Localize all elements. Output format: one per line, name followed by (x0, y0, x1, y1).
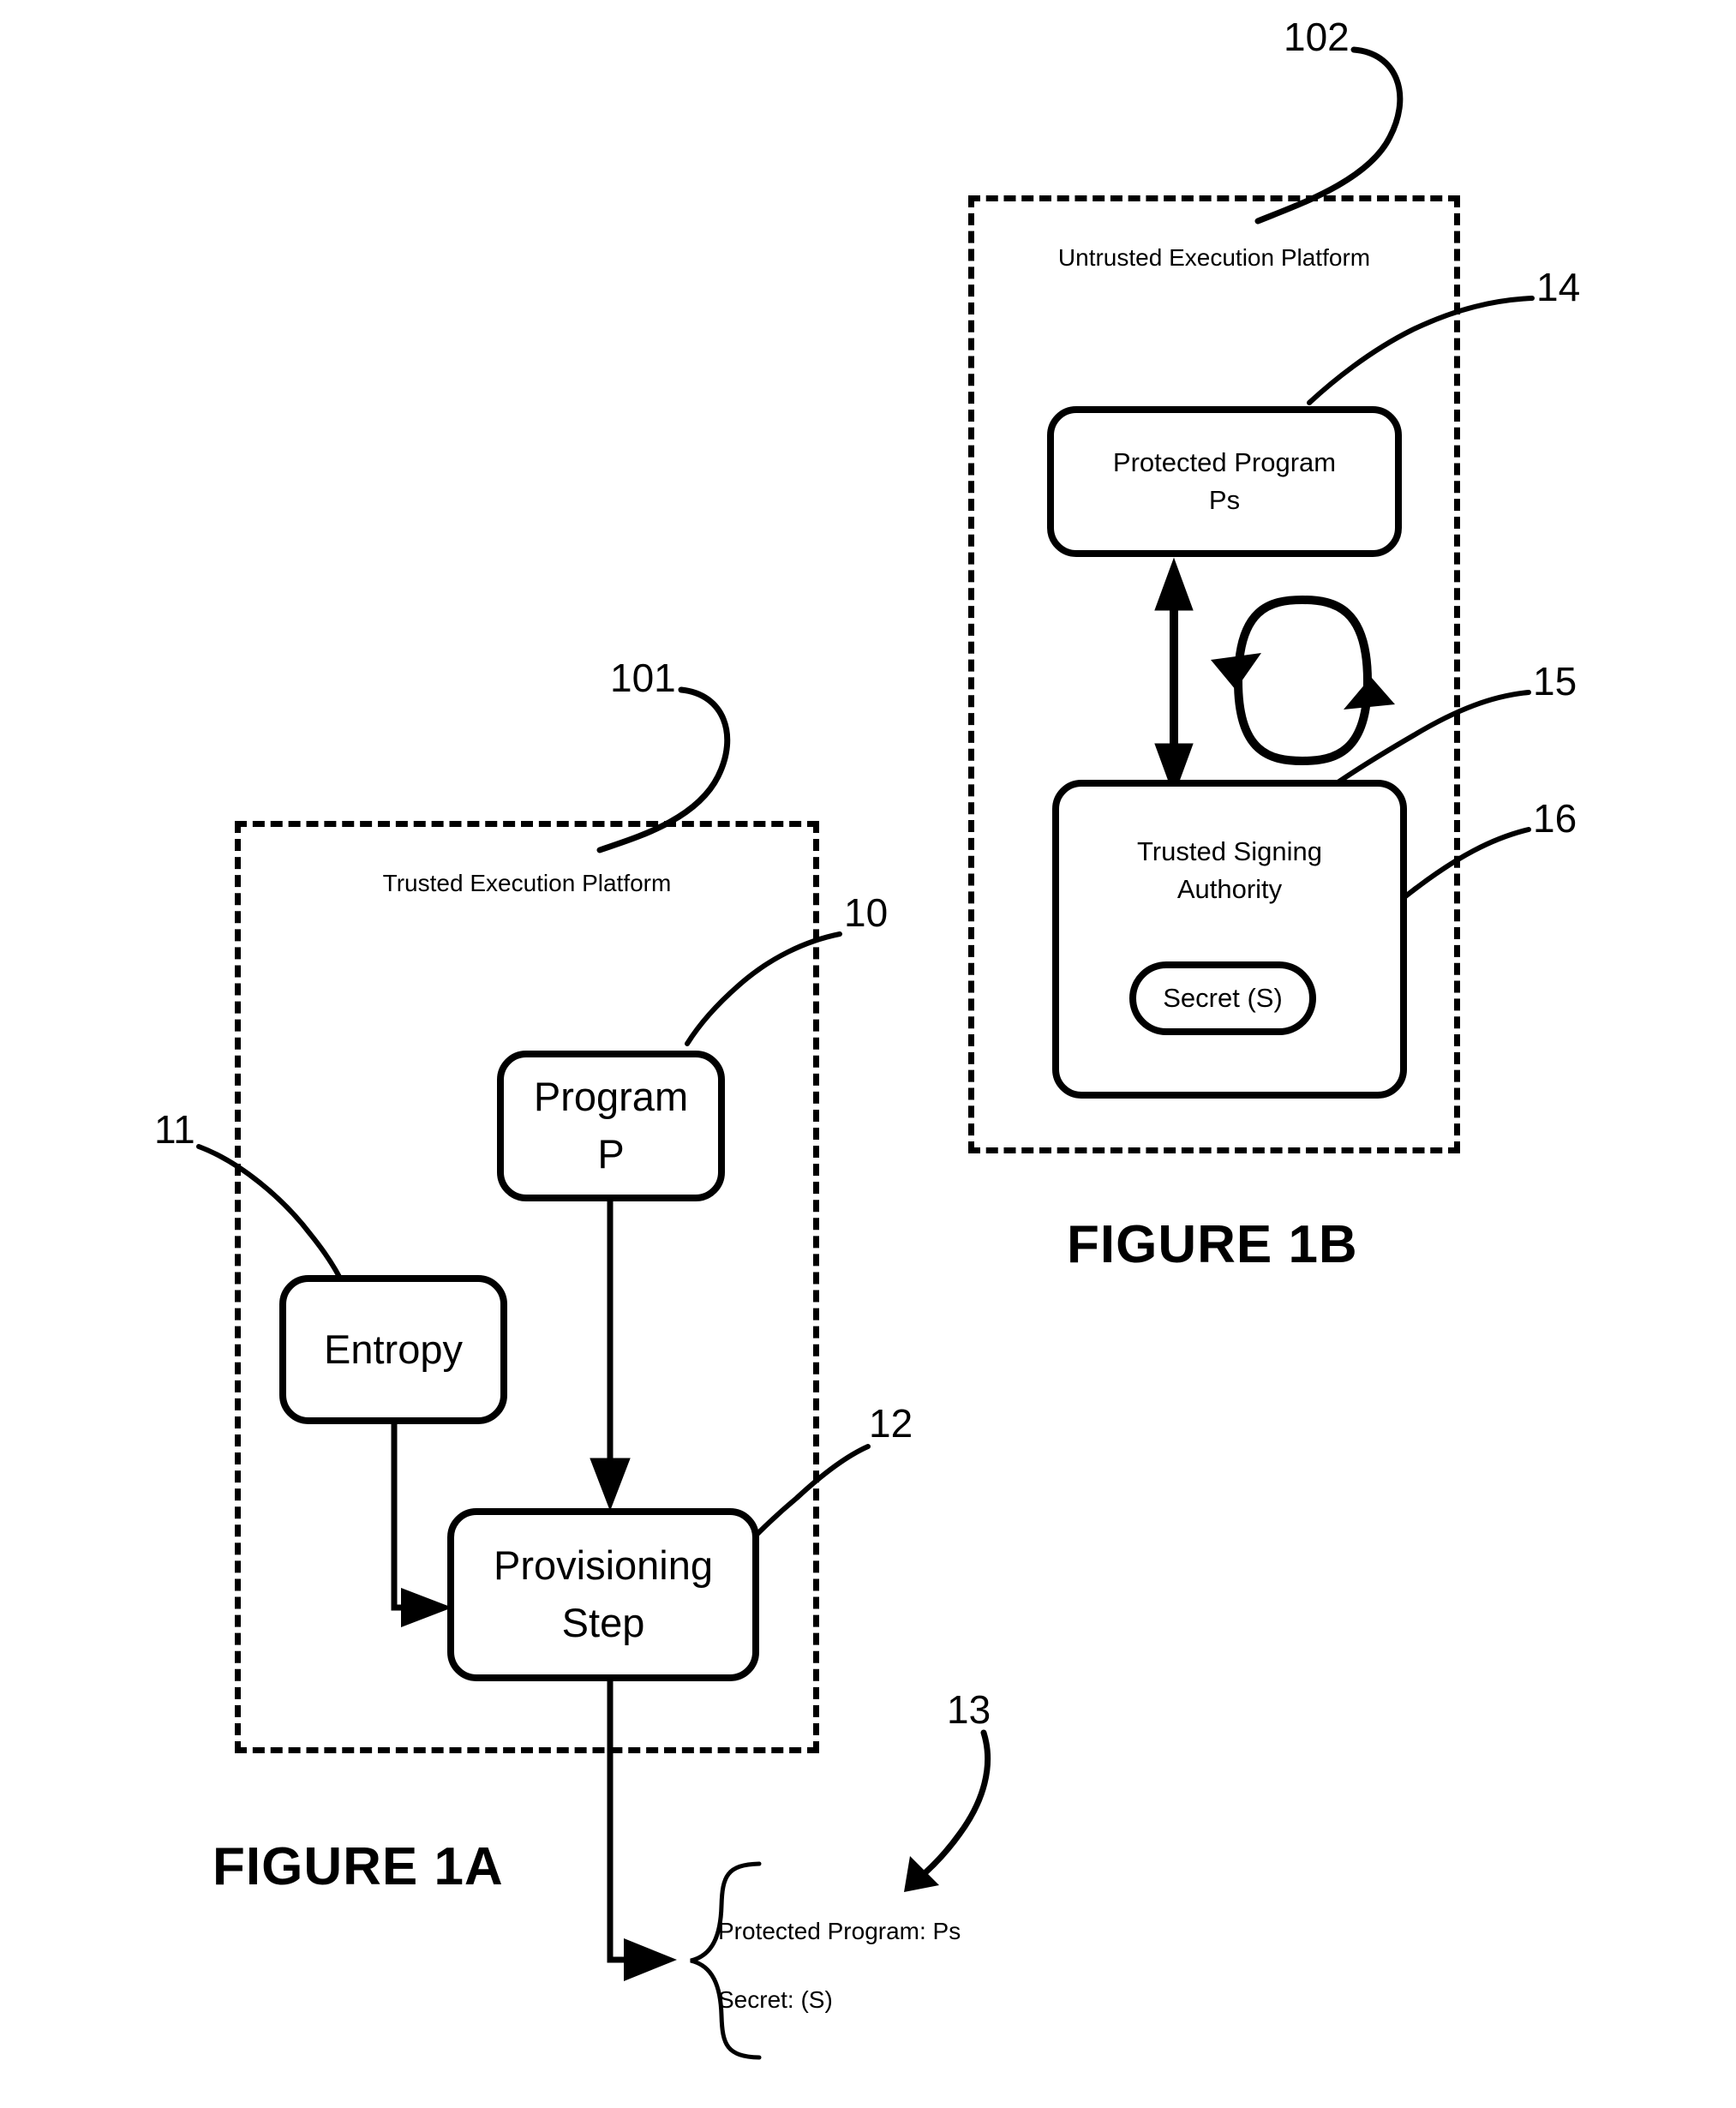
reference-numeral-12: 12 (869, 1401, 913, 1446)
provisioning-step-subtitle: Step (561, 1600, 645, 1645)
output-secret-text: Secret: (S) (718, 1986, 833, 2013)
leader-line-13 (913, 1729, 991, 1883)
untrusted-platform-label-line1: Untrusted (1057, 244, 1163, 271)
arrowhead-provisioning-to-output (624, 1938, 677, 1981)
entropy-label: Entropy (324, 1326, 463, 1372)
program-symbol: P (597, 1131, 625, 1177)
trusted-platform-label-line1: Trusted (382, 870, 464, 896)
output-protected-program-text: Protected Program: Ps (718, 1918, 961, 1944)
provisioning-step-title: Provisioning (493, 1542, 714, 1589)
provisioning-step-box[interactable]: Provisioning Step (447, 1508, 759, 1681)
reference-numeral-102: 102 (1284, 15, 1350, 59)
figure-1b-caption: FIGURE 1B (1067, 1215, 1358, 1274)
patent-drawing-sheet: Untrusted Execution Platform Protected P… (0, 0, 1736, 2108)
reference-numeral-11: 11 (154, 1107, 195, 1152)
figure-1a-caption: FIGURE 1A (213, 1837, 504, 1896)
secret-box[interactable]: Secret (S) (1129, 961, 1316, 1035)
protected-program-box[interactable]: Protected Program Ps (1047, 406, 1402, 557)
program-p-box[interactable]: Program P (497, 1051, 725, 1201)
reference-numeral-10: 10 (844, 890, 889, 935)
secret-label: Secret (S) (1163, 982, 1283, 1013)
protected-program-title: Protected Program (1112, 446, 1337, 477)
trusted-signing-authority-title: Trusted Signing (1137, 836, 1322, 866)
trusted-platform-label-line2: Execution Platform (470, 870, 672, 896)
untrusted-execution-platform-label: Untrusted Execution Platform (968, 238, 1460, 277)
reference-numeral-14: 14 (1536, 265, 1581, 309)
protected-program-symbol: Ps (1208, 485, 1241, 515)
reference-numeral-15: 15 (1533, 659, 1577, 704)
entropy-box[interactable]: Entropy (279, 1275, 507, 1424)
trusted-signing-authority-subtitle: Authority (1176, 874, 1283, 905)
trusted-execution-platform-label: Trusted Execution Platform (235, 864, 819, 902)
program-title: Program (533, 1074, 689, 1120)
untrusted-platform-label-line2: Execution Platform (1169, 244, 1371, 271)
output-curly-brace (690, 1861, 762, 2060)
reference-numeral-16: 16 (1533, 796, 1577, 841)
trusted-signing-authority-box[interactable]: Trusted Signing Authority (1052, 780, 1407, 1099)
reference-numeral-13: 13 (947, 1687, 991, 1732)
reference-numeral-101: 101 (610, 656, 676, 700)
